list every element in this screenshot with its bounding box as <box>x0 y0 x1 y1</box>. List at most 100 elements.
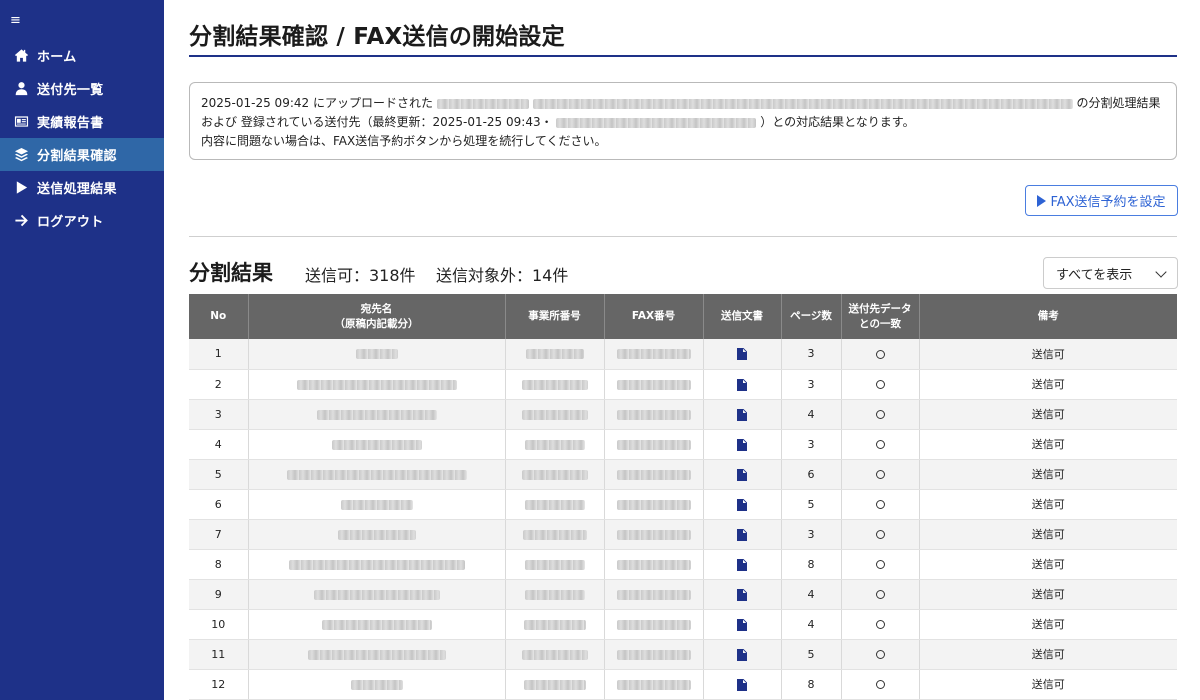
info-correspondence-text: ）との対応結果となります。 <box>760 115 915 129</box>
cell-note: 送信可 <box>919 579 1177 610</box>
info-line-1: 2025-01-25 09:42 にアップロードされた の分割処理結果 <box>201 94 1165 113</box>
sidebar-item-recipients[interactable]: 送付先一覧 <box>0 72 164 105</box>
cell-fax-number <box>604 519 704 550</box>
info-recipients-text: および 登録されている送付先（最終更新：2025-01-25 09:43・ <box>201 115 553 129</box>
document-icon[interactable] <box>737 378 747 391</box>
sidebar-item-reports[interactable]: 実績報告書 <box>0 105 164 138</box>
document-icon[interactable] <box>737 498 747 511</box>
document-icon[interactable] <box>737 468 747 481</box>
document-icon[interactable] <box>737 648 747 661</box>
cell-match <box>841 399 920 430</box>
info-box: 2025-01-25 09:42 にアップロードされた の分割処理結果 および … <box>189 82 1177 160</box>
redacted-fax-number <box>616 499 691 510</box>
cell-no: 12 <box>189 669 249 700</box>
arrow-right-icon <box>12 213 30 229</box>
document-icon[interactable] <box>737 558 747 571</box>
cell-no: 6 <box>189 489 249 520</box>
redacted-fax-number <box>616 619 691 630</box>
redacted-office-number <box>523 619 586 630</box>
match-circle-icon <box>875 440 885 449</box>
redacted-office-number <box>521 469 588 480</box>
result-table: No 宛先名 （原稿内記載分） 事業所番号 FAX番号 送信文書 ページ数 送付… <box>189 294 1177 700</box>
cell-recipient-name <box>248 579 506 610</box>
redacted-fax-number <box>616 409 691 420</box>
cell-match <box>841 579 920 610</box>
document-icon[interactable] <box>737 528 747 541</box>
cell-pages: 4 <box>781 579 842 610</box>
cell-pages: 3 <box>781 339 842 370</box>
sidebar-item-label: ホーム <box>37 50 77 65</box>
redacted-office-number <box>525 349 584 360</box>
cell-match <box>841 459 920 490</box>
sidebar-item-split-results[interactable]: 分割結果確認 <box>0 138 164 171</box>
cell-match <box>841 339 920 370</box>
redacted-recipient-name <box>321 619 432 630</box>
redacted-recipient-name <box>331 439 422 450</box>
redacted-recipient-name <box>355 349 398 360</box>
section-title: 分割結果 <box>189 261 273 285</box>
cell-note: 送信可 <box>919 369 1177 400</box>
cell-pages: 4 <box>781 609 842 640</box>
cell-pages: 4 <box>781 399 842 430</box>
cell-no: 10 <box>189 609 249 640</box>
cell-office-number <box>505 519 605 550</box>
cell-document <box>703 519 782 550</box>
play-icon <box>12 180 30 196</box>
menu-toggle-icon[interactable]: ≡ <box>10 14 21 28</box>
cell-pages: 3 <box>781 369 842 400</box>
redacted-fax-number <box>616 649 691 660</box>
sidebar-item-logout[interactable]: ログアウト <box>0 204 164 237</box>
document-icon[interactable] <box>737 588 747 601</box>
document-icon[interactable] <box>737 618 747 631</box>
cell-pages: 6 <box>781 459 842 490</box>
redacted-recipient-name <box>340 499 413 510</box>
chevron-down-icon <box>1155 266 1167 278</box>
cell-pages: 5 <box>781 489 842 520</box>
user-icon <box>12 81 30 97</box>
header-recipient-name-line2: （原稿内記載分） <box>334 317 419 330</box>
sidebar-item-send-results[interactable]: 送信処理結果 <box>0 171 164 204</box>
sidebar-nav: ホーム 送付先一覧 実績報告書 分割結果確認 送信処理結果 ログアウト <box>0 39 164 237</box>
cell-recipient-name <box>248 369 506 400</box>
document-icon[interactable] <box>737 678 747 691</box>
cell-pages: 3 <box>781 519 842 550</box>
sidebar-item-label: 送付先一覧 <box>37 83 104 98</box>
cell-match <box>841 669 920 700</box>
cell-fax-number <box>604 459 704 490</box>
table-row: 5 6 送信可 <box>189 459 1177 490</box>
match-circle-icon <box>875 620 885 629</box>
header-recipient-name-line1: 宛先名 <box>360 302 393 315</box>
sidebar-item-home[interactable]: ホーム <box>0 39 164 72</box>
cell-note: 送信可 <box>919 489 1177 520</box>
redacted-fax-number <box>616 349 691 360</box>
cell-recipient-name <box>248 609 506 640</box>
match-circle-icon <box>875 590 885 599</box>
redacted-uploader <box>436 98 529 109</box>
cell-note: 送信可 <box>919 429 1177 460</box>
cell-recipient-name <box>248 639 506 670</box>
document-icon[interactable] <box>737 348 747 361</box>
title-divider <box>189 55 1177 57</box>
cell-fax-number <box>604 639 704 670</box>
cell-note: 送信可 <box>919 459 1177 490</box>
cell-no: 2 <box>189 369 249 400</box>
filter-select[interactable]: すべてを表示 <box>1043 257 1178 289</box>
redacted-office-number <box>524 589 585 600</box>
table-row: 9 4 送信可 <box>189 579 1177 610</box>
cell-match <box>841 519 920 550</box>
table-body: 1 3 送信可 2 3 送信可 3 4 送信可 4 3 送信可 5 6 送信可 6 5 送信可 7 3 送信可 8 8 送信可… <box>189 339 1177 700</box>
redacted-office-number <box>521 409 588 420</box>
cell-pages: 3 <box>781 429 842 460</box>
match-circle-icon <box>875 410 885 419</box>
table-row: 7 3 送信可 <box>189 519 1177 550</box>
cell-note: 送信可 <box>919 519 1177 550</box>
cell-note: 送信可 <box>919 549 1177 580</box>
cell-office-number <box>505 459 605 490</box>
cell-match <box>841 429 920 460</box>
id-card-icon <box>12 114 30 130</box>
document-icon[interactable] <box>737 438 747 451</box>
redacted-recipient-name <box>286 469 467 480</box>
document-icon[interactable] <box>737 408 747 421</box>
fax-schedule-button[interactable]: FAX送信予約を設定 <box>1025 185 1178 216</box>
redacted-office-number <box>524 559 585 570</box>
